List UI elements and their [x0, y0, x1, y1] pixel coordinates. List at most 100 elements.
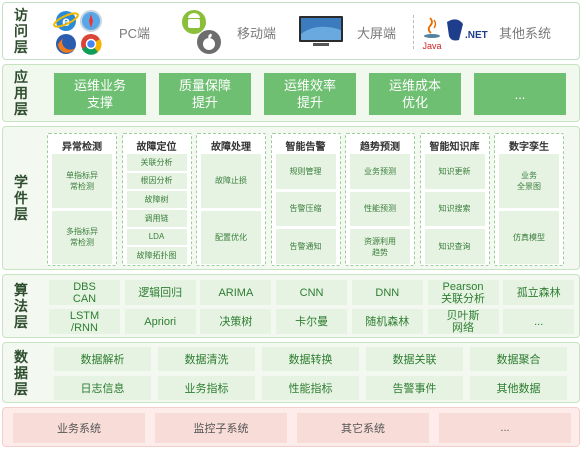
source-item: 其它系统	[297, 413, 429, 443]
component-item: 配置优化	[201, 210, 261, 264]
app-box: 运维效率 提升	[264, 73, 356, 115]
source-item: 监控子系统	[155, 413, 287, 443]
access-layer: 访 问 层 e PC端 移动端 大屏端 Java .NET 其他系统	[2, 2, 580, 60]
data-cell: 数据清洗	[158, 347, 255, 371]
component-item: 业务 全景图	[499, 154, 559, 208]
algorithm-cell: 随机森林	[351, 309, 423, 334]
component-title: 智能知识库	[429, 142, 480, 153]
source-item: ...	[439, 413, 571, 443]
component-item: 知识更新	[424, 154, 485, 189]
component-item: 故障树	[126, 191, 187, 208]
component-item: 告警压缩	[275, 191, 336, 227]
data-cell: 告警事件	[366, 376, 463, 400]
app-box: 运维成本 优化	[369, 73, 461, 115]
data-cell: 数据解析	[54, 347, 151, 371]
algorithm-cell: 决策树	[200, 309, 272, 334]
source-layer: 业务系统 监控子系统 其它系统 ...	[2, 407, 580, 447]
data-cell: 业务指标	[158, 376, 255, 400]
component-item: 知识搜索	[424, 191, 485, 227]
monitor-icon	[299, 16, 343, 46]
layer-label-data: 数 据 层	[14, 348, 28, 397]
component-column: 智能知识库 知识更新 知识搜索 知识查询	[419, 133, 490, 266]
component-item: 告警通知	[275, 229, 336, 264]
algorithm-layer: 算 法 层 DBS CAN 逻辑回归 ARIMA CNN DNN Pearson 关联分析 孤立…	[2, 274, 580, 338]
tech-logos: Java .NET	[422, 17, 488, 51]
data-cell: 性能指标	[262, 376, 359, 400]
algorithm-cell: DNN	[351, 280, 423, 305]
access-label-other: 其他系统	[499, 25, 552, 41]
component-item: LDA	[126, 228, 187, 246]
algorithm-cell: Pearson 关联分析	[427, 280, 499, 305]
algorithm-cell: LSTM/RNN	[49, 309, 120, 334]
data-cell: 数据转换	[262, 347, 359, 371]
algorithm-cell: 卡尔曼	[276, 309, 348, 334]
data-cell: 其他数据	[470, 376, 567, 400]
component-item: 多指标异 常检测	[52, 210, 112, 264]
data-cell: 数据关联	[366, 347, 463, 371]
component-item: 业务预测	[350, 154, 410, 189]
component-layer: 学 件 层 异常检测 单指标异 常检测 多指标异 常检测 故障定位 关联分析 根因分析 故障树调…	[2, 126, 580, 270]
component-column: 异常检测 单指标异 常检测 多指标异 常检测	[47, 133, 117, 266]
component-item: 根因分析	[126, 172, 187, 190]
algorithm-cell: CNN	[276, 280, 348, 305]
component-item: 性能预测	[350, 191, 410, 227]
algorithm-cell: Apriori	[124, 309, 196, 334]
browser-icons: e	[53, 10, 102, 55]
component-item: 资源利用 趋势	[350, 229, 410, 264]
layer-label-access: 访 问 层	[14, 7, 28, 55]
access-label-mobile: 移动端	[237, 25, 277, 41]
app-box: ...	[474, 73, 566, 115]
algorithm-cell: ...	[503, 309, 575, 334]
mobile-icons	[182, 10, 221, 54]
component-title: 智能告警	[285, 142, 326, 153]
access-bigscreen: 大屏端	[297, 7, 396, 57]
component-column: 故障处理 故障止损 配置优化	[196, 133, 266, 266]
data-layer: 数 据 层 数据解析 数据清洗 数据转换 数据关联 数据聚合 日志信息 业务指标 性能指标 告警…	[2, 342, 580, 403]
component-column: 趋势预测 业务预测 性能预测 资源利用 趋势	[345, 133, 415, 266]
component-title: 数字孪生	[509, 142, 549, 153]
access-mobile: 移动端	[181, 7, 276, 57]
component-column: 智能告警 规则管理 告警压缩 告警通知	[270, 133, 341, 266]
algorithm-cell: ARIMA	[200, 280, 272, 305]
access-other: Java .NET 其他系统	[421, 7, 551, 57]
component-item: 仿真模型	[499, 210, 559, 264]
access-label-bigscreen: 大屏端	[357, 25, 397, 41]
dotnet-logo: .NET	[447, 19, 488, 41]
application-layer: 应 用 层 运维业务 支撑 质量保障 提升 运维效率 提升 运维成本 优化 ..…	[2, 64, 580, 122]
svg-text:Java: Java	[422, 41, 441, 51]
source-item: 业务系统	[13, 413, 145, 443]
component-item: 知识查询	[424, 229, 485, 264]
layer-label-application: 应 用 层	[14, 69, 28, 117]
component-column: 数字孪生 业务 全景图 仿真模型	[494, 133, 564, 266]
component-item: 关联分析	[126, 154, 187, 171]
apple-icon	[197, 30, 221, 54]
component-title: 趋势预测	[360, 142, 400, 153]
layer-label-algorithm: 算 法 层	[14, 282, 28, 330]
algorithm-cell: 逻辑回归	[124, 280, 196, 305]
component-title: 故障处理	[211, 142, 251, 153]
svg-text:.NET: .NET	[465, 30, 488, 41]
layer-label-component: 学 件 层	[14, 174, 28, 222]
data-cell: 日志信息	[54, 376, 151, 400]
component-item: 规则管理	[275, 154, 336, 189]
android-icon	[182, 10, 206, 34]
chrome-icon	[81, 34, 102, 55]
access-label-pc: PC端	[119, 25, 151, 41]
access-pc: e PC端	[53, 7, 150, 57]
component-title: 故障定位	[136, 142, 177, 153]
component-item: 故障止损	[201, 154, 261, 208]
algorithm-cell: 贝叶斯 网络	[427, 309, 499, 334]
component-item: 故障拓扑图	[126, 247, 187, 264]
ie-icon: e	[53, 11, 79, 31]
component-item: 调用链	[126, 210, 187, 227]
component-title: 异常检测	[62, 142, 102, 153]
component-item: 单指标异 常检测	[52, 154, 112, 208]
java-logo: Java	[422, 17, 442, 51]
app-box: 运维业务 支撑	[54, 73, 146, 115]
access-divider	[413, 15, 414, 49]
algorithm-cell: DBS CAN	[49, 280, 120, 305]
component-column: 故障定位 关联分析 根因分析 故障树调用链 LDA 故障拓扑图	[121, 133, 192, 266]
algorithm-cell: 孤立森林	[503, 280, 575, 305]
app-box: 质量保障 提升	[159, 73, 251, 115]
safari-icon	[80, 10, 102, 32]
